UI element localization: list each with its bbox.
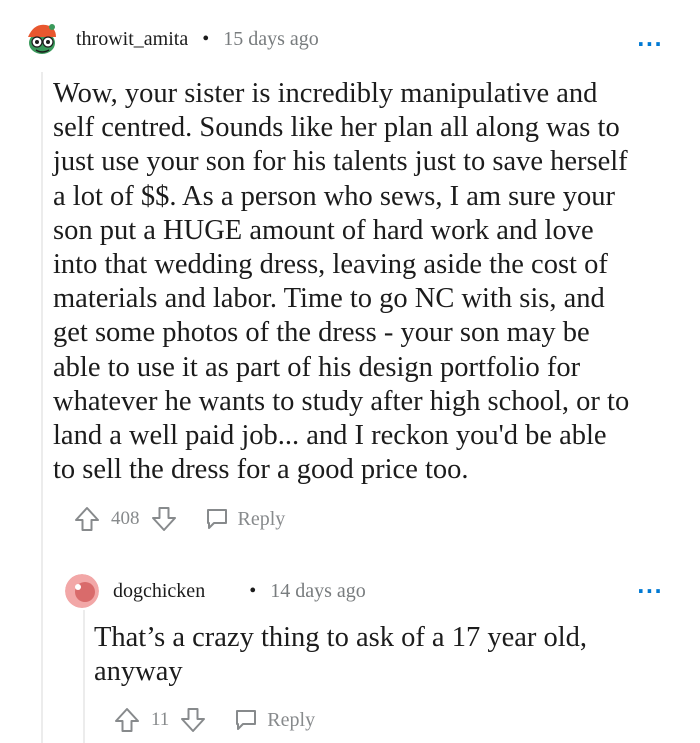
reply-label: Reply: [237, 507, 286, 530]
reply-label: Reply: [267, 708, 316, 731]
avatar[interactable]: [22, 19, 62, 59]
comment-body: Wow, your sister is incredibly manipulat…: [53, 77, 629, 487]
comment-line: just use your son for his talents just t…: [53, 146, 628, 178]
reply-thread-line[interactable]: [83, 610, 85, 743]
comment-line: anyway: [94, 656, 183, 688]
comment-line: materials and labor. Time to go NC with …: [53, 283, 605, 315]
user-avatar-icon: [65, 574, 99, 608]
reply-body: That’s a crazy thing to ask of a 17 year…: [94, 621, 587, 689]
timestamp[interactable]: 15 days ago: [223, 28, 319, 51]
downvote-icon[interactable]: [179, 706, 207, 734]
reply-actions: 11 Reply: [113, 706, 315, 734]
upvote-icon[interactable]: [113, 706, 141, 734]
comment-line: into that wedding dress, leaving aside t…: [53, 249, 608, 281]
snoo-avatar-icon: [28, 24, 56, 54]
comment-line: get some photos of the dress - your son …: [53, 317, 590, 349]
thread-line[interactable]: [41, 72, 43, 743]
separator-dot: •: [202, 27, 210, 50]
comment-line: whatever he wants to study after high sc…: [53, 385, 630, 417]
speech-bubble-icon: [204, 506, 230, 532]
timestamp[interactable]: 14 days ago: [270, 580, 366, 603]
comment-line: self centred. Sounds like her plan all a…: [53, 112, 620, 144]
speech-bubble-icon: [233, 707, 259, 733]
reply-button[interactable]: Reply: [204, 506, 286, 532]
comment-line: son put a HUGE amount of hard work and l…: [53, 214, 594, 246]
avatar[interactable]: [65, 574, 99, 608]
comment-actions: 408 Reply: [73, 505, 285, 533]
upvote-icon[interactable]: [73, 505, 101, 533]
reply-button[interactable]: Reply: [233, 707, 315, 733]
comment-line: Wow, your sister is incredibly manipulat…: [53, 78, 598, 109]
comment-line: a lot of $$. As a person who sews, I am …: [53, 180, 615, 212]
username[interactable]: dogchicken: [113, 580, 205, 603]
comment-line: to sell the dress for a good price too.: [53, 454, 469, 486]
username[interactable]: throwit_amita: [76, 28, 188, 51]
downvote-icon[interactable]: [150, 505, 178, 533]
vote-count: 11: [151, 709, 170, 730]
vote-count: 408: [111, 508, 140, 529]
comment-line: That’s a crazy thing to ask of a 17 year…: [94, 622, 588, 653]
separator-dot: •: [249, 579, 257, 602]
more-options-button[interactable]: ···: [637, 579, 663, 603]
comment-header: throwit_amita • 15 days ago: [22, 19, 319, 59]
comment-line: able to use it as part of his design por…: [53, 351, 581, 383]
more-options-button[interactable]: ···: [637, 32, 663, 56]
comment-line: land a well paid job... and I reckon you…: [53, 420, 607, 452]
reply-header: dogchicken • 14 days ago: [65, 574, 366, 608]
